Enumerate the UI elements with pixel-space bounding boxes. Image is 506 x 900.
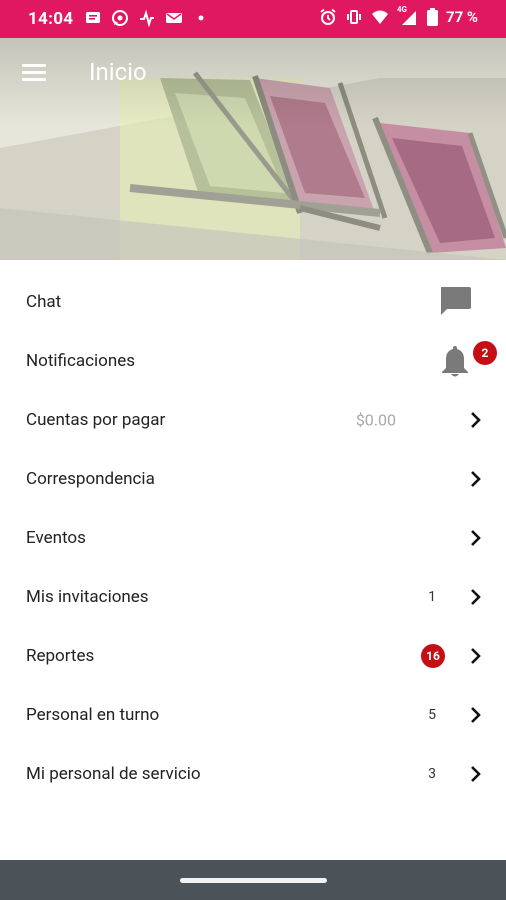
menu-item-payables[interactable]: Cuentas por pagar $0.00 xyxy=(0,390,506,449)
alarm-icon xyxy=(320,8,336,25)
menu-item-label: Mis invitaciones xyxy=(26,586,149,607)
menu-item-label: Mi personal de servicio xyxy=(26,763,201,784)
reports-badge: 16 xyxy=(421,643,445,668)
notification-icons xyxy=(84,9,210,27)
menu-item-service-staff[interactable]: Mi personal de servicio 3 xyxy=(0,744,506,803)
payables-amount: $0.00 xyxy=(355,410,396,429)
menu-item-label: Reportes xyxy=(26,645,95,666)
battery-icon xyxy=(426,8,438,26)
menu-item-mail[interactable]: Correspondencia xyxy=(0,449,506,508)
chevron-right-icon xyxy=(471,529,481,546)
chevron-right-icon xyxy=(471,470,481,487)
menu-item-notifications[interactable]: Notificaciones 2 xyxy=(0,331,506,390)
menu-item-invitations[interactable]: Mis invitaciones 1 xyxy=(0,567,506,626)
menu-item-label: Personal en turno xyxy=(26,704,160,725)
home-gesture-handle[interactable] xyxy=(180,878,327,883)
status-bar: 14:04 4G 77 % xyxy=(0,0,506,38)
wifi-icon xyxy=(371,10,388,24)
menu-item-label: Cuentas por pagar xyxy=(26,409,166,430)
home-menu-list: Chat Notificaciones 2 Cuentas por pagar … xyxy=(0,272,506,803)
menu-item-reports[interactable]: Reportes 16 xyxy=(0,626,506,685)
chevron-right-icon xyxy=(471,765,481,782)
chevron-right-icon xyxy=(471,706,481,723)
menu-item-label: Eventos xyxy=(26,527,86,548)
menu-item-label: Notificaciones xyxy=(26,350,135,371)
chevron-right-icon xyxy=(471,588,481,605)
service-staff-count: 3 xyxy=(428,765,436,782)
activity-icon xyxy=(140,9,154,27)
menu-item-events[interactable]: Eventos xyxy=(0,508,506,567)
mail-icon xyxy=(166,13,182,23)
chevron-right-icon xyxy=(471,647,481,664)
notification-badge: 2 xyxy=(473,341,497,365)
chat-icon[interactable] xyxy=(438,284,472,318)
vibrate-icon xyxy=(346,10,361,24)
signal-indicator: 4G xyxy=(397,5,419,26)
system-icons: 4G 77 % xyxy=(319,5,478,26)
menu-item-label: Correspondencia xyxy=(26,468,155,489)
chevron-right-icon xyxy=(471,411,481,428)
system-navigation-bar xyxy=(0,860,506,900)
menu-item-staff-on-shift[interactable]: Personal en turno 5 xyxy=(0,685,506,744)
building-background-image xyxy=(0,38,506,260)
status-time: 14:04 xyxy=(28,9,74,29)
message-icon xyxy=(86,12,100,23)
dot-icon xyxy=(198,15,204,21)
invitations-count: 1 xyxy=(428,588,436,605)
battery-percent: 77 % xyxy=(445,8,478,26)
whatsapp-icon xyxy=(112,10,128,26)
menu-icon[interactable] xyxy=(22,62,48,84)
staff-on-shift-count: 5 xyxy=(428,706,436,723)
page-title: Inicio xyxy=(89,58,147,86)
menu-item-chat[interactable]: Chat xyxy=(0,272,506,331)
header-banner: Inicio xyxy=(0,38,506,260)
menu-item-label: Chat xyxy=(26,291,62,312)
bell-icon[interactable] xyxy=(439,344,471,378)
signal-icon xyxy=(401,11,416,25)
